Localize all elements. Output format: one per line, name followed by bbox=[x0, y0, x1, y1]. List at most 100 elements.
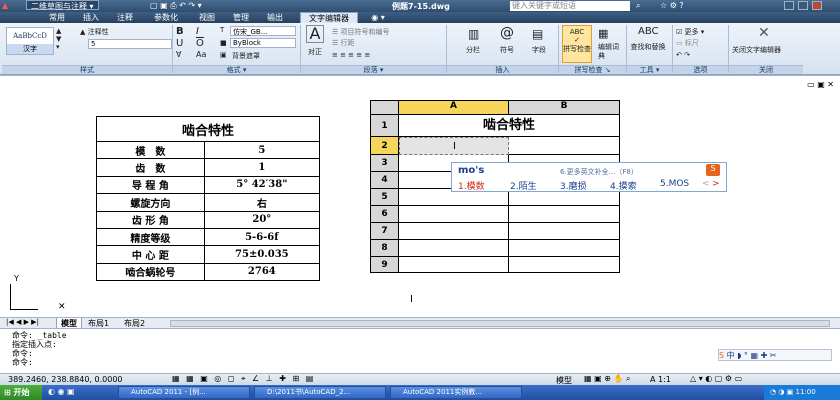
tab-extra-icon[interactable]: ◉ ▾ bbox=[366, 12, 390, 23]
row-header[interactable]: 1 bbox=[371, 115, 399, 137]
row-header[interactable]: 4 bbox=[371, 172, 399, 189]
justify-icon[interactable]: A bbox=[306, 25, 324, 43]
maximize-button[interactable] bbox=[798, 1, 808, 10]
system-tray[interactable]: ◔ ◑ ▣ 11:00 bbox=[764, 385, 840, 400]
ribbon: AaBbCcD 汉字 ▲ ▼ ▾ ▲ 注释性 5 样式 B U Ɐ I O Aa T… bbox=[0, 23, 840, 75]
overline-button[interactable]: O bbox=[196, 38, 204, 49]
bold-button[interactable]: B bbox=[176, 26, 184, 37]
command-prompt[interactable]: 命令: bbox=[12, 357, 33, 368]
ime-candidate[interactable]: 4.摸索 bbox=[610, 179, 637, 192]
corner-cell[interactable] bbox=[371, 101, 399, 115]
row-header[interactable]: 9 bbox=[371, 257, 399, 273]
viewport-controls[interactable]: ▭ ▣ ✕ bbox=[807, 80, 834, 89]
taskbar-item-folder[interactable]: D:\2011书\AutoCAD_2... bbox=[254, 386, 386, 399]
columns-icon[interactable]: ▥ bbox=[468, 27, 479, 41]
style-scroll-icon[interactable]: ▲ ▼ ▾ bbox=[56, 27, 61, 51]
annotative-toggle[interactable]: ▲ 注释性 bbox=[80, 27, 109, 37]
underline-button[interactable]: U bbox=[176, 38, 183, 49]
taskbar-item-doc[interactable]: AutoCAD 2011实例教... bbox=[390, 386, 522, 399]
tab-nav-icons[interactable]: |◀ ◀ ▶ ▶| bbox=[6, 318, 39, 326]
font-dropdown[interactable]: 仿宋_GB... bbox=[230, 26, 296, 36]
search-input[interactable]: 键入关键字或短语 bbox=[510, 1, 630, 11]
ime-candidate-popup[interactable]: mo's 6.更多英文补全...（F8） S 1.模数 2.陌生 3.磨损 4.… bbox=[451, 162, 727, 192]
mesh-properties-table[interactable]: 啮合特性 模 数5 齿 数1 导 程 角 5° 42′38" 螺旋方向右 齿 形 … bbox=[96, 116, 321, 282]
cell[interactable] bbox=[509, 257, 620, 273]
close-button[interactable] bbox=[812, 1, 822, 10]
column-header-b[interactable]: B bbox=[509, 101, 620, 115]
row-header[interactable]: 6 bbox=[371, 206, 399, 223]
tab-view[interactable]: 视图 bbox=[194, 12, 220, 23]
more-button[interactable]: ☑ 更多 ▾ bbox=[676, 27, 704, 37]
annotation-scale[interactable]: A 1:1 bbox=[650, 375, 671, 384]
quick-launch-icons[interactable]: ◐ ◉ ▣ bbox=[48, 387, 75, 396]
view-tools-icons[interactable]: ▦ ▣ ⊕ ✋ ⌕ bbox=[584, 374, 630, 384]
help-icons[interactable]: ☆ ⚙ ? bbox=[660, 1, 684, 10]
line-spacing-button[interactable]: ☰ 行距 bbox=[332, 38, 355, 48]
autocad-logo-icon[interactable]: ▲ bbox=[2, 1, 8, 10]
ime-candidate[interactable]: 5.MOS bbox=[660, 179, 689, 189]
stack-icon[interactable]: Ɐ bbox=[176, 50, 181, 59]
cell[interactable] bbox=[509, 137, 620, 155]
text-height-input[interactable]: 5 bbox=[88, 39, 172, 49]
case-icon[interactable]: Aa bbox=[196, 50, 206, 59]
start-button[interactable]: ⊞ 开始 bbox=[0, 385, 42, 400]
drafting-toggles[interactable]: ▦ ▦ ▣ ◎ ◻ ⌖ ∠ ⊥ ✚ ⊞ ▤ bbox=[172, 374, 315, 384]
spell-check-button[interactable]: ABC ✓ 拼写检查 bbox=[562, 25, 592, 63]
minimize-button[interactable] bbox=[784, 1, 794, 10]
ime-candidate[interactable]: 2.陌生 bbox=[510, 179, 537, 192]
field-icon[interactable]: ▤ bbox=[532, 27, 543, 41]
quick-access-icons[interactable]: ▢ ▣ ⎙ ↶ ↷ ▾ bbox=[150, 1, 202, 11]
cell[interactable] bbox=[509, 240, 620, 257]
tab-manage[interactable]: 管理 bbox=[228, 12, 254, 23]
field-label: 字段 bbox=[532, 46, 546, 54]
tab-annotate[interactable]: 注释 bbox=[112, 12, 138, 23]
text-style-gallery[interactable]: AaBbCcD 汉字 bbox=[6, 27, 54, 55]
cell[interactable] bbox=[509, 223, 620, 240]
symbol-icon[interactable]: @ bbox=[500, 25, 514, 41]
row-header[interactable]: 8 bbox=[371, 240, 399, 257]
sheet-title-cell[interactable]: 啮合特性 bbox=[399, 115, 620, 137]
ruler-button[interactable]: ▭ 标尺 bbox=[676, 38, 699, 48]
command-line[interactable]: 命令: _table 指定插入点: 命令: 命令: S 中 ◗ ° ▦ ✚ ✂ bbox=[0, 328, 840, 373]
tab-insert[interactable]: 插入 bbox=[78, 12, 104, 23]
horizontal-scrollbar[interactable] bbox=[170, 320, 830, 327]
status-tray-icons[interactable]: △ ▾ ◐ ▢ ⚙ ▭ bbox=[690, 374, 742, 383]
cell[interactable] bbox=[399, 223, 509, 240]
tab-output[interactable]: 输出 bbox=[262, 12, 288, 23]
cell[interactable] bbox=[399, 240, 509, 257]
taskbar-item-autocad[interactable]: AutoCAD 2011 - [例... bbox=[118, 386, 250, 399]
find-replace-icon[interactable]: ABC bbox=[638, 26, 659, 37]
cell[interactable] bbox=[399, 257, 509, 273]
ime-candidate[interactable]: 1.模数 bbox=[458, 179, 485, 192]
background-mask-button[interactable]: 背景遮罩 bbox=[232, 51, 260, 61]
paragraph-align-icons[interactable]: ≡ ≡ ≡ ≡ ≡ bbox=[332, 51, 370, 59]
color-dropdown[interactable]: ByBlock bbox=[230, 38, 296, 48]
italic-button[interactable]: I bbox=[196, 26, 199, 37]
cell[interactable] bbox=[509, 206, 620, 223]
ime-status-bar[interactable]: S 中 ◗ ° ▦ ✚ ✂ bbox=[718, 349, 832, 361]
column-header-a[interactable]: A bbox=[399, 101, 509, 115]
ime-candidate[interactable]: 3.磨损 bbox=[560, 179, 587, 192]
search-icon[interactable]: ⌕ bbox=[636, 1, 640, 11]
bullets-button[interactable]: ☰ 项目符号和编号 bbox=[332, 27, 390, 37]
dictionary-icon[interactable]: ▦ bbox=[598, 27, 608, 40]
row-header[interactable]: 3 bbox=[371, 155, 399, 172]
workspace-dropdown[interactable]: 二维草图与注释 ▾ bbox=[26, 0, 99, 11]
row-header[interactable]: 2 bbox=[371, 137, 399, 155]
tab-home[interactable]: 常用 bbox=[44, 12, 70, 23]
close-editor-icon[interactable]: ✕ bbox=[758, 25, 770, 41]
row-header[interactable]: 7 bbox=[371, 223, 399, 240]
panel-paragraph: 段落 ▾ bbox=[301, 65, 446, 74]
ime-more-hint[interactable]: 6.更多英文补全...（F8） bbox=[560, 167, 638, 177]
panel-close: 关闭 bbox=[729, 65, 803, 74]
undo-redo-icons[interactable]: ↶ ↷ bbox=[676, 51, 690, 59]
row-header[interactable]: 5 bbox=[371, 189, 399, 206]
tab-text-editor[interactable]: 文字编辑器 bbox=[300, 12, 358, 23]
close-editor-label[interactable]: 关闭文字编辑器 bbox=[732, 45, 781, 55]
cell[interactable] bbox=[399, 206, 509, 223]
tab-parametric[interactable]: 参数化 bbox=[146, 12, 186, 23]
drawing-canvas[interactable]: ▭ ▣ ✕ 啮合特性 模 数5 齿 数1 导 程 角 5° 42′38" 螺旋方向… bbox=[0, 75, 840, 317]
coordinates-readout[interactable]: 389.2460, 238.8840, 0.0000 bbox=[8, 375, 123, 384]
ime-next-icon[interactable]: > bbox=[712, 179, 720, 189]
ime-prev-icon[interactable]: < bbox=[702, 179, 710, 189]
